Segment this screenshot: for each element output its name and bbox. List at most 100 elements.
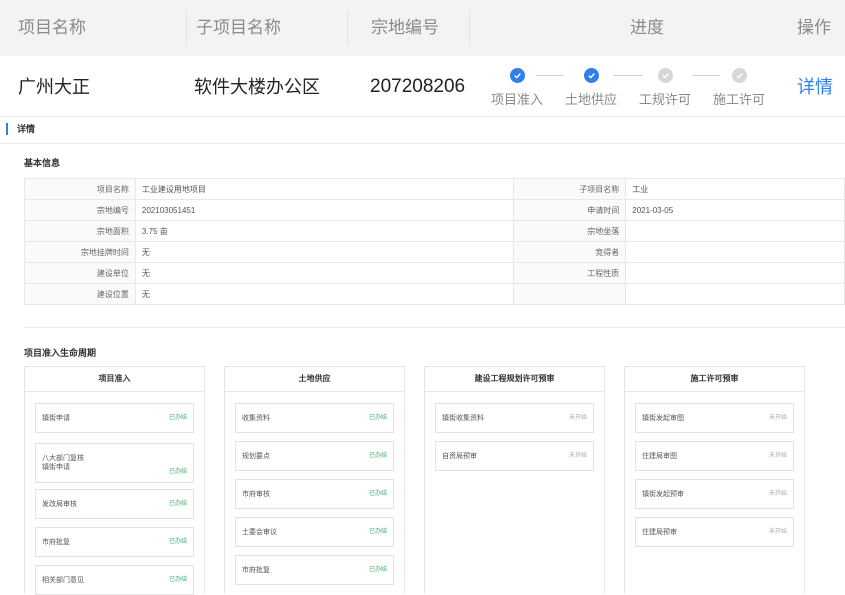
header-progress: 进度 xyxy=(630,18,664,37)
info-value xyxy=(625,220,845,242)
step-label: 工规许可 xyxy=(638,92,691,107)
header-action: 操作 xyxy=(797,18,831,37)
step-planning-permit: 工规许可 xyxy=(630,68,700,108)
table-row: 建设位置无 xyxy=(24,283,845,305)
parcel-code: 207208206 xyxy=(370,76,466,97)
status-badge: 已办结 xyxy=(368,415,387,421)
process-card[interactable]: 市府审核 已办结 xyxy=(235,479,394,509)
divider xyxy=(0,143,845,144)
process-card[interactable]: 市府批复 已办结 xyxy=(235,555,394,585)
info-label: 宗地面积 xyxy=(24,220,136,242)
process-card[interactable]: 规划要点 已办结 xyxy=(235,441,394,471)
step-label: 项目准入 xyxy=(490,92,543,107)
status-badge: 未开始 xyxy=(768,491,787,497)
table-row: 项目名称 工业建设用地项目 子项目名称 工业 xyxy=(24,178,845,200)
card-name: 市府批复 xyxy=(42,539,70,546)
process-card[interactable]: 镇街发起预审 未开始 xyxy=(635,479,794,509)
process-card[interactable]: 市府批复 已办结 xyxy=(35,527,194,557)
card-name: 住建局预审 xyxy=(642,529,677,536)
header-divider xyxy=(347,10,348,46)
card-name: 住建局审图 xyxy=(642,453,677,460)
details-link[interactable]: 详情 xyxy=(797,56,833,116)
card-name: 土委会审议 xyxy=(242,529,277,536)
table-row: 宗地编号 202103051451 申请时间 2021-03-05 xyxy=(24,199,845,221)
card-name: 八大部门复核 xyxy=(42,455,84,462)
lifecycle-title: 项目准入生命周期 xyxy=(24,348,97,358)
check-icon xyxy=(509,68,525,83)
step-admission: 项目准入 xyxy=(482,68,552,108)
accent-bar xyxy=(6,123,8,135)
status-badge: 已办结 xyxy=(368,529,387,535)
info-value xyxy=(625,241,845,263)
info-value: 2021-03-05 xyxy=(625,199,845,221)
step-label: 施工许可 xyxy=(712,92,765,107)
card-name: 自资局预审 xyxy=(442,453,477,460)
check-icon xyxy=(731,68,747,83)
info-label: 项目名称 xyxy=(24,178,136,200)
info-value xyxy=(625,262,845,284)
card-name: 相关部门意见 xyxy=(42,577,84,584)
info-value: 工业 xyxy=(625,178,845,200)
table-row: 宗地挂牌时间无竞得者 xyxy=(24,241,845,263)
status-badge: 已办结 xyxy=(168,469,187,475)
info-label xyxy=(513,283,627,305)
basic-info-table: 项目名称 工业建设用地项目 子项目名称 工业 宗地编号 202103051451 申请时间 2… xyxy=(24,178,845,305)
column-construction-review: 施工许可预审 镇街发起审图 未开始 住建局审图 未开始 镇街发起预审 未开始 住建局预审 未开始 xyxy=(624,366,805,593)
info-label: 建设单位 xyxy=(24,262,136,284)
info-value: 工业建设用地项目 xyxy=(135,178,515,200)
process-card[interactable]: 镇街发起审图 未开始 xyxy=(635,403,794,433)
column-title: 土地供应 xyxy=(225,367,404,392)
status-badge: 已办结 xyxy=(368,491,387,497)
process-card[interactable]: 八大部门复核 镇街申请已办结 xyxy=(35,443,194,483)
column-title: 建设工程规划许可预审 xyxy=(425,367,604,392)
info-label: 宗地挂牌时间 xyxy=(24,241,136,263)
status-badge: 已办结 xyxy=(168,539,187,545)
status-badge: 未开始 xyxy=(768,529,787,535)
info-label: 宗地编号 xyxy=(24,199,136,221)
process-card[interactable]: 土委会审议 已办结 xyxy=(235,517,394,547)
basic-info-title: 基本信息 xyxy=(24,158,61,168)
process-card[interactable]: 相关部门意见 已办结 xyxy=(35,565,194,595)
project-name: 广州大正 xyxy=(18,77,90,97)
info-label: 申请时间 xyxy=(513,199,627,221)
card-name: 规划要点 xyxy=(242,453,270,460)
info-label: 工程性质 xyxy=(513,262,627,284)
info-value xyxy=(625,283,845,305)
table-row: 建设单位无工程性质 xyxy=(24,262,845,284)
card-name: 镇街申请 xyxy=(42,415,70,422)
info-value: 无 xyxy=(135,262,515,284)
check-icon xyxy=(657,68,673,83)
process-card[interactable]: 住建局预审 未开始 xyxy=(635,517,794,547)
process-card[interactable]: 自资局预审 未开始 xyxy=(435,441,594,471)
card-name: 镇街申请 xyxy=(42,464,70,471)
status-badge: 已办结 xyxy=(168,577,187,583)
column-title: 施工许可预审 xyxy=(625,367,804,392)
step-land-supply: 土地供应 xyxy=(556,68,626,108)
info-value: 3.75 亩 xyxy=(135,220,515,242)
process-card[interactable]: 住建局审图 未开始 xyxy=(635,441,794,471)
column-title: 项目准入 xyxy=(25,367,204,392)
header-project-name: 项目名称 xyxy=(18,18,86,37)
process-card[interactable]: 镇街申请 已办结 xyxy=(35,403,194,433)
table-row: 宗地面积 3.75 亩宗地坐落 xyxy=(24,220,845,242)
check-icon xyxy=(583,68,599,83)
card-name: 镇街收集资料 xyxy=(442,415,484,422)
header-parcel-code: 宗地编号 xyxy=(371,18,439,37)
column-planning-review: 建设工程规划许可预审 镇街收集资料 未开始 自资局预审 未开始 xyxy=(424,366,605,593)
process-card[interactable]: 发改局审核 已办结 xyxy=(35,489,194,519)
header-divider xyxy=(186,10,187,46)
status-badge: 未开始 xyxy=(568,415,587,421)
table-row: 广州大正 软件大楼办公区 207208206 项目准入 土地供应 工规许可 施工… xyxy=(0,56,845,117)
card-name: 市府审核 xyxy=(242,491,270,498)
process-card[interactable]: 镇街收集资料 未开始 xyxy=(435,403,594,433)
card-name: 收集资料 xyxy=(242,415,270,422)
step-label: 土地供应 xyxy=(564,92,617,107)
status-badge: 未开始 xyxy=(768,415,787,421)
column-admission: 项目准入 镇街申请 已办结 八大部门复核 镇街申请 已办结 发改局审核 已办结 市府批复 已办结相… xyxy=(24,366,205,595)
card-name: 镇街发起审图 xyxy=(642,415,684,422)
header-subproject-name: 子项目名称 xyxy=(196,18,281,37)
info-label: 建设位置 xyxy=(24,283,136,305)
process-card[interactable]: 收集资料 已办结 xyxy=(235,403,394,433)
table-header: 项目名称 子项目名称 宗地编号 进度 操作 xyxy=(0,0,845,56)
detail-title: 详情 xyxy=(17,124,36,134)
